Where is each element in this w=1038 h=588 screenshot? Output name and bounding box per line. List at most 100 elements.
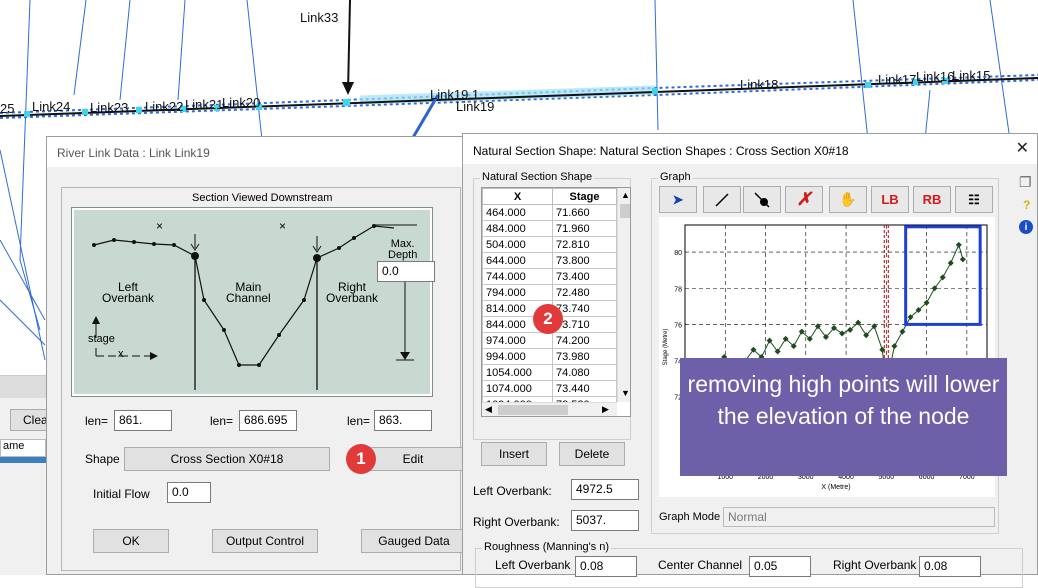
right-overbank-label: Right Overbank	[326, 280, 379, 305]
graph-mode-label: Graph Mode	[659, 511, 721, 523]
ok-button[interactable]: OK	[93, 529, 169, 553]
annotation-note: removing high points will lower the elev…	[680, 358, 1007, 476]
cell-stage[interactable]: 74.200	[552, 332, 617, 349]
cell-x[interactable]: 504.000	[482, 236, 553, 253]
output-control-button[interactable]: Output Control	[212, 529, 318, 553]
table-group-caption: Natural Section Shape	[480, 171, 595, 183]
cell-stage[interactable]: 73.400	[552, 268, 617, 285]
cell-stage[interactable]: 71.960	[552, 220, 617, 237]
scroll-down-icon[interactable]: ▼	[621, 388, 630, 398]
insert-button[interactable]: Insert	[481, 442, 547, 466]
table-row[interactable]: 504.000 72.810	[482, 236, 617, 253]
rough-right-input[interactable]: 0.08	[919, 556, 981, 577]
gauged-data-button[interactable]: Gauged Data	[361, 529, 467, 553]
table-row[interactable]: 644.000 73.800	[482, 252, 617, 269]
cell-x[interactable]: 644.000	[482, 252, 553, 269]
table-row[interactable]: 1074.000 73.440	[482, 380, 617, 397]
hscroll-thumb[interactable]	[498, 405, 568, 415]
cell-x[interactable]: 484.000	[482, 220, 553, 237]
natural-section-window: Natural Section Shape: Natural Section S…	[462, 133, 1038, 588]
len-right-input[interactable]: 863.	[374, 410, 432, 431]
table-row[interactable]: 1054.000 74.080	[482, 364, 617, 381]
list-tool-button[interactable]: ☷	[955, 186, 993, 213]
len-main-input[interactable]: 686.695	[239, 410, 297, 431]
right-overbank-input[interactable]: 5037.	[571, 510, 639, 531]
scroll-left-icon[interactable]: ◀	[485, 404, 492, 415]
scroll-right-icon[interactable]: ▶	[602, 404, 609, 415]
cell-stage[interactable]: 73.800	[552, 252, 617, 269]
close-icon[interactable]: ✕	[1016, 138, 1029, 158]
background-panel-strip	[0, 457, 46, 463]
rb-label: RB	[922, 192, 942, 207]
cell-x[interactable]: 974.000	[482, 332, 553, 349]
line-tool-button[interactable]	[703, 186, 741, 213]
point-tool-button[interactable]	[743, 186, 781, 213]
node-marker	[652, 88, 658, 94]
table-row[interactable]: 744.000 73.400	[482, 268, 617, 285]
len-right-label: len=	[347, 414, 371, 428]
max-depth-label: Max. Depth	[388, 238, 418, 261]
column-header-stage[interactable]: Stage	[552, 188, 617, 205]
section-table: X Stage 464.000 71.660 484.000 71.960 504.00…	[482, 188, 617, 413]
cell-stage[interactable]: 71.660	[552, 204, 617, 221]
copy-icon[interactable]: ❐	[1019, 174, 1032, 191]
delete-all-tool-button[interactable]: ✗	[785, 186, 823, 213]
len-left-label: len=	[85, 414, 109, 428]
table-horizontal-scrollbar[interactable]: ◀ ▶	[482, 402, 617, 416]
network-line	[654, 0, 659, 131]
left-bank-arrow	[190, 234, 200, 251]
column-header-x[interactable]: X	[482, 188, 553, 205]
natural-section-title-bar: Natural Section Shape: Natural Section S…	[463, 134, 1037, 164]
node-marker	[82, 109, 88, 115]
rough-center-input[interactable]: 0.05	[749, 556, 811, 577]
rough-left-input[interactable]: 0.08	[575, 556, 637, 577]
section-diagram: × × Left Overbank Main Channel Right Ove…	[71, 207, 435, 397]
network-label-link33: Link33	[300, 10, 339, 25]
step-badge-1: 1	[346, 444, 376, 474]
network-line	[177, 0, 186, 101]
left-overbank-input[interactable]: 4972.5	[571, 479, 639, 500]
cell-x[interactable]: 744.000	[482, 268, 553, 285]
background-panel-header	[0, 376, 46, 398]
cell-stage[interactable]: 73.440	[552, 380, 617, 397]
info-icon[interactable]: i	[1019, 220, 1033, 234]
network-line	[246, 0, 263, 141]
cell-stage[interactable]: 72.810	[552, 236, 617, 253]
y-axis-label: Stage (Metre)	[663, 329, 669, 366]
pan-tool-button[interactable]: ✋	[829, 186, 867, 213]
delete-button[interactable]: Delete	[559, 442, 625, 466]
right-bank-tool-button[interactable]: RB	[913, 186, 951, 213]
cursor-arrow-icon: ➤	[672, 191, 684, 207]
network-label-link23: Link23	[90, 100, 129, 115]
scroll-up-icon[interactable]: ▲	[621, 190, 630, 200]
section-table-container: X Stage 464.000 71.660 484.000 71.960 504.00…	[481, 187, 631, 417]
select-tool-button[interactable]: ➤	[659, 186, 697, 213]
cell-x[interactable]: 994.000	[482, 348, 553, 365]
cell-stage[interactable]: 74.080	[552, 364, 617, 381]
cell-stage[interactable]: 73.980	[552, 348, 617, 365]
help-icon[interactable]: ?	[1023, 198, 1030, 212]
table-vertical-scrollbar[interactable]: ▲ ▼	[617, 188, 630, 402]
shape-select-button[interactable]: Cross Section X0#18	[124, 447, 330, 471]
left-bank-tool-button[interactable]: LB	[871, 186, 909, 213]
initial-flow-input[interactable]: 0.0	[167, 482, 211, 503]
name-column-label: ame	[3, 440, 25, 452]
cell-x[interactable]: 464.000	[482, 204, 553, 221]
max-depth-input[interactable]: 0.0	[377, 261, 435, 282]
profile-point	[202, 298, 206, 302]
table-row[interactable]: 484.000 71.960	[482, 220, 617, 237]
profile-point	[277, 333, 281, 337]
len-left-input[interactable]: 861.	[114, 410, 172, 431]
table-row[interactable]: 994.000 73.980	[482, 348, 617, 365]
profile-point	[222, 328, 226, 332]
profile-point	[112, 238, 116, 242]
table-row[interactable]: 464.000 71.660	[482, 204, 617, 221]
node-marker	[24, 111, 30, 117]
scroll-thumb[interactable]	[620, 204, 630, 218]
cell-x[interactable]: 1054.000	[482, 364, 553, 381]
cell-stage[interactable]: 72.480	[552, 284, 617, 301]
cell-x[interactable]: 794.000	[482, 284, 553, 301]
cell-x[interactable]: 1074.000	[482, 380, 553, 397]
table-row[interactable]: 794.000 72.480	[482, 284, 617, 301]
table-row[interactable]: 974.000 74.200	[482, 332, 617, 349]
